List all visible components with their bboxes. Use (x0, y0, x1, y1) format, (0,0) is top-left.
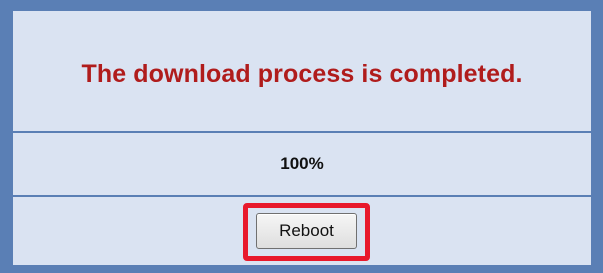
status-panel: The download process is completed. 100% … (13, 11, 591, 265)
reboot-button[interactable]: Reboot (256, 213, 357, 249)
progress-percentage: 100% (280, 154, 324, 173)
completion-message: The download process is completed. (81, 59, 523, 88)
dialog-frame: The download process is completed. 100% … (0, 0, 603, 273)
message-row: The download process is completed. (13, 11, 591, 131)
action-row: Reboot (13, 197, 591, 265)
progress-row: 100% (13, 133, 591, 195)
